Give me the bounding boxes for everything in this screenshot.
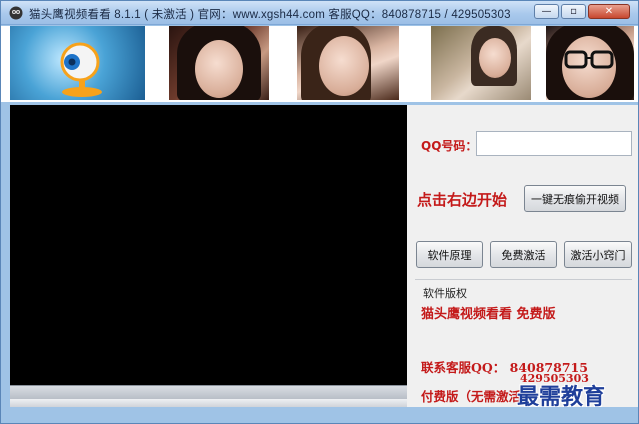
maximize-icon: ▫: [570, 6, 577, 17]
girl-thumbnail-2[interactable]: [297, 26, 399, 100]
face-shape: [195, 40, 243, 98]
close-icon: ✕: [604, 6, 614, 17]
qq-number-label: QQ号码：: [421, 139, 478, 153]
window-title: 猫头鹰视频看看 8.1.1 ( 未激活 ) 官网：www.xgsh44.com …: [29, 9, 511, 21]
activation-tips-button[interactable]: 激活小窍门: [564, 241, 632, 268]
girl-thumbnail-4[interactable]: [546, 26, 634, 100]
owl-icon: [9, 6, 23, 20]
open-video-button[interactable]: 一键无痕偷开视频: [524, 185, 626, 212]
girl-thumbnail-1[interactable]: [169, 26, 269, 100]
face-shape: [319, 36, 369, 96]
minimize-button[interactable]: —: [534, 4, 559, 19]
thumbnail-strip: [1, 26, 638, 102]
face-shape: [479, 38, 511, 78]
window-bottom-frame: [1, 407, 638, 423]
free-activation-button[interactable]: 免费激活: [490, 241, 557, 268]
app-edition-label: 猫头鹰视频看看 免费版: [421, 307, 556, 322]
title-bar[interactable]: 猫头鹰视频看看 8.1.1 ( 未激活 ) 官网：www.xgsh44.com …: [1, 1, 638, 25]
close-button[interactable]: ✕: [588, 4, 630, 19]
copyright-title: 软件版权: [423, 285, 467, 301]
start-instruction: 点击右边开始: [417, 191, 508, 209]
maximize-button[interactable]: ▫: [561, 4, 586, 19]
qq-number-input[interactable]: [476, 131, 632, 156]
webcam-icon: [60, 42, 102, 97]
software-principle-button[interactable]: 软件原理: [416, 241, 483, 268]
webcam-thumbnail[interactable]: [10, 26, 145, 100]
app-window: 猫头鹰视频看看 8.1.1 ( 未激活 ) 官网：www.xgsh44.com …: [0, 0, 639, 424]
glasses-icon: [564, 50, 614, 69]
video-scrollbar[interactable]: [10, 385, 407, 399]
girl-thumbnail-3[interactable]: [431, 26, 531, 100]
video-footer: [10, 399, 407, 407]
video-display[interactable]: [10, 105, 407, 385]
window-controls: — ▫ ✕: [532, 4, 630, 19]
minimize-icon: —: [541, 6, 552, 17]
